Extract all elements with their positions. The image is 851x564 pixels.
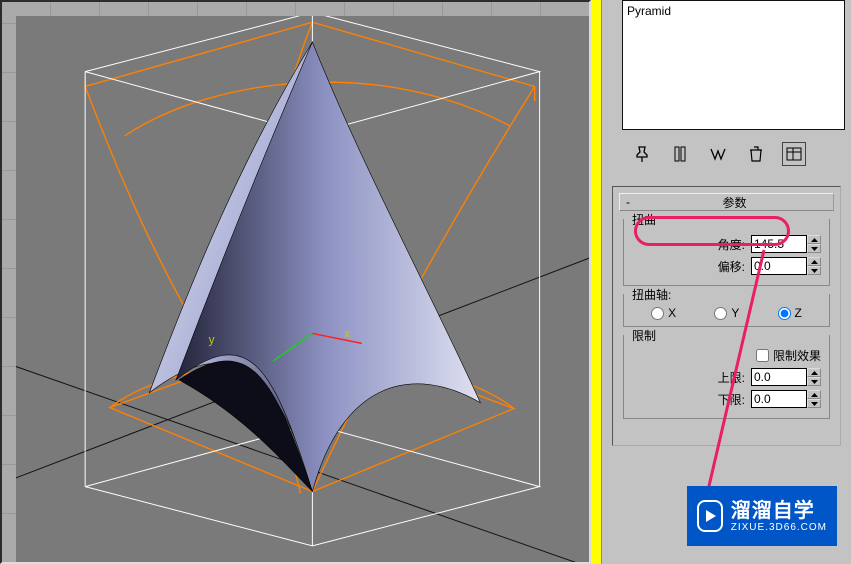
yellow-separator [591, 0, 601, 564]
stack-toolbar [602, 136, 851, 176]
watermark-url: ZIXUE.3D66.COM [731, 522, 827, 533]
watermark-title: 溜溜自学 [731, 500, 827, 522]
rollout-header[interactable]: - 参数 [619, 193, 834, 211]
axis-group: 扭曲轴: X Y Z [623, 294, 830, 327]
parameters-rollout: - 参数 扭曲 角度: 偏移: [612, 186, 841, 446]
bias-input[interactable] [751, 257, 807, 275]
pin-icon[interactable] [630, 142, 654, 166]
preset-icon[interactable] [782, 142, 806, 166]
viewport-pane: y x [0, 0, 591, 564]
axis-legend: 扭曲轴: [630, 286, 673, 303]
upper-label: 上限: [718, 369, 745, 386]
bias-spin-down[interactable] [807, 266, 821, 275]
angle-label: 角度: [718, 236, 745, 253]
lower-spin-down[interactable] [807, 399, 821, 408]
limits-group: 限制 限制效果 上限: 下限: [623, 335, 830, 419]
angle-spin-up[interactable] [807, 235, 821, 244]
limit-effect-checkbox[interactable] [756, 349, 769, 362]
svg-text:y: y [209, 332, 215, 346]
bias-row: 偏移: [632, 257, 821, 275]
pyramid-mesh [149, 42, 480, 492]
ruler-left [2, 2, 16, 562]
lower-spin-up[interactable] [807, 390, 821, 399]
ruler-top [2, 2, 589, 16]
twist-group: 扭曲 角度: 偏移: [623, 219, 830, 286]
list-item[interactable]: Pyramid [627, 3, 840, 19]
limit-effect-label: 限制效果 [773, 347, 821, 364]
lower-label: 下限: [718, 391, 745, 408]
viewport-3d[interactable]: y x [16, 16, 589, 562]
rollout-title: 参数 [636, 194, 833, 211]
axis-z-radio[interactable]: Z [778, 306, 802, 320]
trash-icon[interactable] [744, 142, 768, 166]
twist-legend: 扭曲 [630, 211, 658, 228]
modifier-stack[interactable]: Pyramid [622, 0, 845, 130]
svg-text:x: x [344, 326, 350, 340]
upper-input[interactable] [751, 368, 807, 386]
axis-y-radio[interactable]: Y [714, 306, 739, 320]
config-1-icon[interactable] [668, 142, 692, 166]
right-panel-zone: Pyramid - 参数 [591, 0, 851, 564]
bias-spin-up[interactable] [807, 257, 821, 266]
bias-label: 偏移: [718, 258, 745, 275]
angle-spin-down[interactable] [807, 244, 821, 253]
double-v-icon[interactable] [706, 142, 730, 166]
upper-spin-up[interactable] [807, 368, 821, 377]
rollout-toggle[interactable]: - [620, 195, 636, 209]
watermark: 溜溜自学 ZIXUE.3D66.COM [687, 486, 837, 546]
viewport-canvas[interactable]: y x [16, 16, 589, 562]
axis-x-radio[interactable]: X [651, 306, 676, 320]
upper-spin-down[interactable] [807, 377, 821, 386]
upper-row: 上限: [632, 368, 821, 386]
angle-input[interactable] [751, 235, 807, 253]
angle-row: 角度: [632, 235, 821, 253]
lower-input[interactable] [751, 390, 807, 408]
lower-row: 下限: [632, 390, 821, 408]
limits-legend: 限制 [630, 327, 658, 344]
play-icon [697, 500, 723, 532]
command-panel: Pyramid - 参数 [601, 0, 851, 564]
